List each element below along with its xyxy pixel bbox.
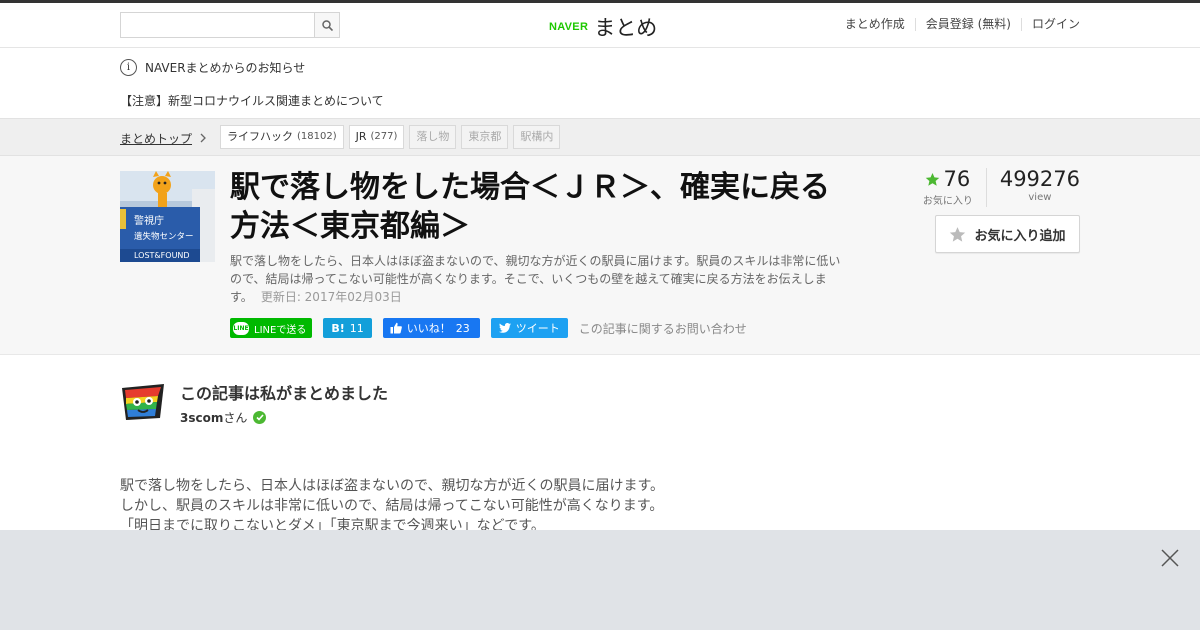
add-favorite-label: お気に入り追加 (974, 228, 1066, 244)
star-icon (926, 172, 940, 186)
tag-count: (277) (370, 131, 398, 142)
search-input[interactable] (121, 13, 315, 37)
favorites-count: 76 (943, 167, 971, 191)
thumbs-up-icon (390, 322, 402, 334)
chevron-right-icon (200, 132, 207, 146)
tag-label: 東京都 (468, 130, 502, 143)
search-button[interactable] (314, 13, 339, 37)
notice-item-link[interactable]: 【注意】新型コロナウイルス関連まとめについて (120, 94, 384, 108)
twitter-bird-icon (498, 323, 511, 333)
logo-matome-text: まとめ (594, 16, 658, 40)
views-count: 499276 (999, 167, 1080, 191)
tag-station[interactable]: 駅構内 (513, 125, 561, 149)
hatena-count: 11 (349, 321, 364, 335)
tag-list: ライフハック (18102) JR (277) 落し物 東京都 駅構内 (220, 125, 561, 149)
article-description: 駅で落し物をしたら、日本人はほぼ盗まないので、親切な方が近くの駅員に届けます。駅… (230, 252, 845, 306)
body-line: 駅で落し物をしたら、日本人はほぼ盗まないので、親切な方が近くの駅員に届けます。 (120, 478, 665, 494)
facebook-like-button[interactable]: いいね！ 23 (382, 318, 480, 338)
star-icon (950, 226, 966, 242)
notice-heading: NAVERまとめからのお知らせ (145, 61, 306, 75)
hatena-icon: B! (331, 321, 345, 335)
article-stats: 76 お気に入り 499276 view (910, 168, 1080, 207)
breadcrumb: まとめトップ ライフハック (18102) JR (277) 落し物 東京都 駅構内 (0, 118, 1200, 156)
thumb-sign-line-1: 警視庁 (134, 214, 164, 227)
line-share-label: LINEで送る (254, 324, 307, 336)
twitter-tweet-button[interactable]: ツイート (490, 318, 568, 338)
info-icon: i (120, 59, 137, 76)
hatena-bookmark-button[interactable]: B! 11 (323, 318, 372, 338)
article-body: 駅で落し物をしたら、日本人はほぼ盗まないので、親切な方が近くの駅員に届けます。 … (120, 476, 664, 536)
article-updated-date: 更新日: 2017年02月03日 (260, 290, 402, 304)
tag-label: 駅構内 (520, 130, 554, 143)
line-icon: LINE (233, 321, 249, 335)
views-stat: 499276 view (987, 168, 1080, 207)
notice-section: i NAVERまとめからのお知らせ 【注意】新型コロナウイルス関連まとめについて (0, 48, 1200, 118)
site-header: NAVER まとめ まとめ作成 会員登録 (無料) ログイン (0, 3, 1200, 48)
add-favorite-button[interactable]: お気に入り追加 (935, 215, 1080, 253)
notice-heading-row: i NAVERまとめからのお知らせ (120, 59, 305, 76)
article-title: 駅で落し物をした場合＜ＪＲ＞、確実に戻る方法＜東京都編＞ (230, 170, 830, 244)
body-line: しかし、駅員のスキルは非常に低いので、結局は帰ってこない可能性が高くなります。 (120, 498, 664, 514)
search-box (120, 12, 340, 38)
close-icon[interactable] (1160, 548, 1180, 568)
tag-count: (18102) (297, 131, 337, 142)
tag-label: ライフハック (227, 130, 293, 143)
login-link[interactable]: ログイン (1020, 18, 1080, 31)
create-matome-link[interactable]: まとめ作成 (835, 18, 915, 31)
tag-label: 落し物 (416, 130, 450, 143)
tag-label: JR (355, 130, 367, 143)
author-name: 3scom (180, 411, 224, 425)
contact-link[interactable]: この記事に関するお問い合わせ (579, 320, 747, 337)
author-name-link[interactable]: 3scomさん (180, 409, 247, 426)
register-link[interactable]: 会員登録 (無料) (914, 18, 1021, 31)
facebook-like-count: 23 (455, 321, 470, 335)
naver-matome-logo[interactable]: NAVER まとめ (549, 12, 657, 42)
article-thumbnail[interactable]: 警視庁 遺失物センター LOST&FOUND (120, 171, 215, 262)
twitter-tweet-label: ツイート (515, 322, 560, 335)
tag-lost-item[interactable]: 落し物 (409, 125, 457, 149)
ad-overlay-banner (0, 530, 1200, 630)
facebook-like-label: いいね！ (406, 322, 451, 335)
thumb-sign-line-2: 遺失物センター (134, 231, 194, 242)
author-heading: この記事は私がまとめました (180, 384, 389, 403)
breadcrumb-top-link[interactable]: まとめトップ (120, 130, 207, 147)
breadcrumb-top-label: まとめトップ (120, 132, 193, 146)
thumb-sign-line-3: LOST&FOUND (134, 251, 190, 260)
line-share-button[interactable]: LINE LINEで送る (230, 318, 313, 338)
verified-icon (253, 411, 267, 424)
avatar[interactable] (120, 380, 166, 424)
views-label: view (1028, 192, 1052, 203)
article-header: 警視庁 遺失物センター LOST&FOUND 駅で落し物をした場合＜ＪＲ＞、確実… (0, 156, 1200, 355)
share-bar: LINE LINEで送る B! 11 いいね！ 23 ツイート この記事に関する… (230, 318, 747, 338)
author-name-row: 3scomさん (180, 409, 267, 426)
tag-jr[interactable]: JR (277) (348, 125, 405, 149)
author-suffix: さん (223, 411, 248, 425)
logo-naver-text: NAVER (549, 21, 589, 33)
search-icon (321, 19, 333, 31)
notice-item: 【注意】新型コロナウイルス関連まとめについて (120, 92, 384, 109)
tag-tokyo[interactable]: 東京都 (461, 125, 509, 149)
favorites-label: お気に入り (922, 196, 973, 207)
header-links: まとめ作成 会員登録 (無料) ログイン (835, 18, 1080, 31)
favorites-stat: 76 お気に入り (910, 168, 987, 207)
tag-lifehack[interactable]: ライフハック (18102) (220, 125, 344, 149)
